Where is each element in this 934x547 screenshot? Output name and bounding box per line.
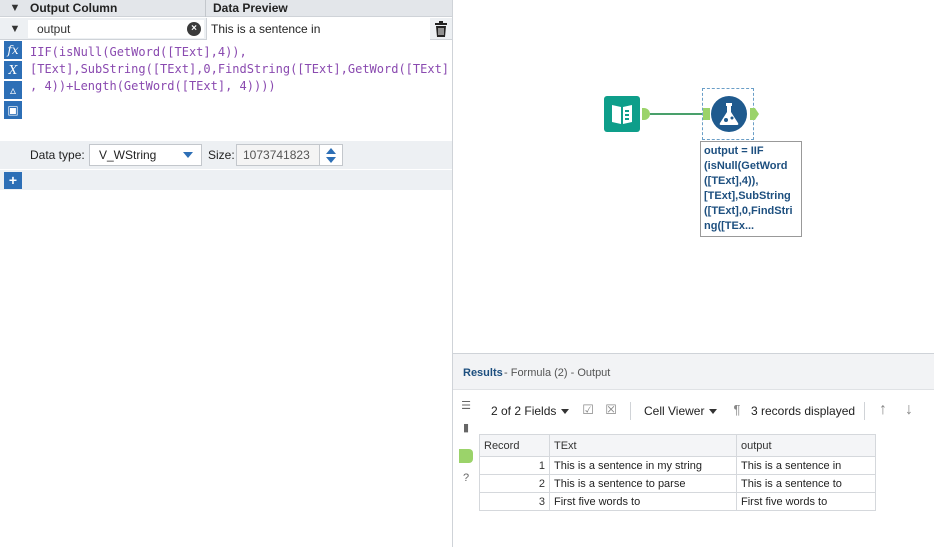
data-preview-header: Data Preview xyxy=(213,1,288,15)
add-field-button[interactable]: + xyxy=(4,172,22,189)
grid-header-row: Record TExt output xyxy=(479,434,876,457)
cell-viewer-dropdown[interactable]: Cell Viewer xyxy=(644,404,718,418)
formula-tool[interactable] xyxy=(711,96,747,132)
arrow-down-icon[interactable]: ↓ xyxy=(902,402,916,418)
column-header-output[interactable]: output xyxy=(736,434,876,457)
results-window: Results - Formula (2) - Output ☰ ▮ ? 2 o… xyxy=(453,353,934,547)
clear-selection-icon[interactable]: ☒ xyxy=(604,403,618,417)
input-tool-output-anchor[interactable] xyxy=(642,108,650,120)
formula-config-panel: ▼ Output Column Data Preview ▼ × This is… xyxy=(0,0,452,547)
records-count: 3 records displayed xyxy=(751,404,856,418)
help-icon[interactable]: ? xyxy=(459,471,473,485)
checkbox-icon[interactable]: ☑ xyxy=(581,403,595,417)
save-icon[interactable]: ▣ xyxy=(4,101,22,119)
expression-editor[interactable]: fx X ▵ ▣ IIF(isNull(GetWord([TExt],4)), [… xyxy=(0,41,452,141)
expression-line: , 4))+Length(GetWord([TExt], 4)))) xyxy=(30,79,276,93)
toolbar-divider xyxy=(630,402,631,420)
fx-icon[interactable]: fx xyxy=(4,41,22,59)
fields-dropdown[interactable]: 2 of 2 Fields xyxy=(491,404,570,418)
expression-tool-strip: fx X ▵ ▣ xyxy=(4,41,24,141)
open-folder-icon[interactable]: ▵ xyxy=(4,81,22,99)
results-side-toolbar: ☰ ▮ ? xyxy=(453,391,479,547)
column-header-row: ▼ Output Column Data Preview xyxy=(0,0,452,17)
annotation-line: [TExt],SubString xyxy=(704,190,791,202)
annotation-line: output = IIF xyxy=(704,145,764,157)
formula-tool-annotation: output = IIF (isNull(GetWord ([TExt],4))… xyxy=(700,141,802,237)
workflow-canvas[interactable]: output = IIF (isNull(GetWord ([TExt],4))… xyxy=(453,0,934,353)
arrow-up-icon[interactable]: ↑ xyxy=(876,402,890,418)
output-anchor-icon[interactable] xyxy=(459,449,473,463)
output-cell[interactable]: This is a sentence to xyxy=(736,474,876,493)
table-row[interactable]: 2 This is a sentence to parse This is a … xyxy=(479,474,876,493)
output-cell[interactable]: This is a sentence in xyxy=(736,456,876,475)
expression-line: IIF(isNull(GetWord([TExt],4)), xyxy=(30,45,247,59)
table-row[interactable]: 3 First five words to First five words t… xyxy=(479,492,876,511)
flask-icon xyxy=(719,103,739,125)
text-cell[interactable]: First five words to xyxy=(549,492,737,511)
toolbar-divider xyxy=(864,402,865,420)
formula-tool-output-anchor[interactable] xyxy=(750,108,759,120)
variable-icon[interactable]: X xyxy=(4,61,22,79)
annotation-line: ([TExt],0,FindStri xyxy=(704,205,793,217)
record-cell[interactable]: 1 xyxy=(479,456,550,475)
results-toolbar: 2 of 2 Fields ☑ ☒ Cell Viewer ¶ 3 record… xyxy=(479,398,934,424)
output-column-name-input[interactable] xyxy=(28,20,204,38)
size-stepper[interactable] xyxy=(319,144,343,166)
data-type-row: Data type: V_WString Size: 1073741823 xyxy=(0,141,452,169)
data-type-label: Data type: xyxy=(30,148,85,162)
data-preview-value: This is a sentence in xyxy=(206,18,430,40)
record-cell[interactable]: 3 xyxy=(479,492,550,511)
chevron-down-icon xyxy=(709,409,718,415)
input-data-tool[interactable] xyxy=(604,96,640,132)
collapse-all-chevron-icon[interactable]: ▼ xyxy=(6,0,24,17)
add-field-row: + xyxy=(0,170,452,190)
table-row[interactable]: 1 This is a sentence in my string This i… xyxy=(479,456,876,475)
clear-field-icon[interactable]: × xyxy=(187,22,201,36)
data-type-value: V_WString xyxy=(99,148,157,162)
results-header: Results - Formula (2) - Output xyxy=(453,354,934,390)
column-header-text[interactable]: TExt xyxy=(549,434,737,457)
expression-text[interactable]: IIF(isNull(GetWord([TExt],4)), [TExt],Sub… xyxy=(30,44,450,95)
annotation-line: ng([TEx... xyxy=(704,220,755,232)
results-subtitle: - Formula (2) - Output xyxy=(504,367,611,379)
record-cell[interactable]: 2 xyxy=(479,474,550,493)
chevron-down-icon xyxy=(183,152,193,158)
decrement-icon[interactable] xyxy=(326,157,336,163)
book-icon xyxy=(612,105,632,124)
chevron-down-icon xyxy=(561,409,570,415)
list-icon[interactable]: ☰ xyxy=(459,399,473,413)
size-label: Size: xyxy=(208,148,235,162)
annotation-line: ([TExt],4)), xyxy=(704,175,759,187)
text-cell[interactable]: This is a sentence in my string xyxy=(549,456,737,475)
text-cell[interactable]: This is a sentence to parse xyxy=(549,474,737,493)
header-divider[interactable] xyxy=(205,0,206,17)
column-header-record[interactable]: Record xyxy=(479,434,550,457)
annotation-line: (isNull(GetWord xyxy=(704,160,788,172)
expand-field-chevron-icon[interactable]: ▼ xyxy=(6,20,24,38)
increment-icon[interactable] xyxy=(326,148,336,154)
message-icon[interactable]: ▮ xyxy=(459,421,473,435)
output-cell[interactable]: First five words to xyxy=(736,492,876,511)
fields-dropdown-label: 2 of 2 Fields xyxy=(491,404,557,418)
data-type-select[interactable]: V_WString xyxy=(89,144,202,166)
expression-line: [TExt],SubString([TExt],0,FindString([TE… xyxy=(30,62,450,76)
results-title: Results xyxy=(463,367,503,379)
tool-connection-line[interactable] xyxy=(650,113,704,115)
size-input[interactable]: 1073741823 xyxy=(236,144,320,166)
pilcrow-icon[interactable]: ¶ xyxy=(730,403,744,417)
delete-field-icon[interactable] xyxy=(434,21,448,37)
formula-field-row: ▼ × This is a sentence in xyxy=(0,18,452,40)
results-grid: Record TExt output 1 This is a sentence … xyxy=(479,434,876,511)
output-column-header: Output Column xyxy=(30,1,118,15)
cell-viewer-label: Cell Viewer xyxy=(644,404,705,418)
formula-tool-input-anchor[interactable] xyxy=(703,108,710,120)
